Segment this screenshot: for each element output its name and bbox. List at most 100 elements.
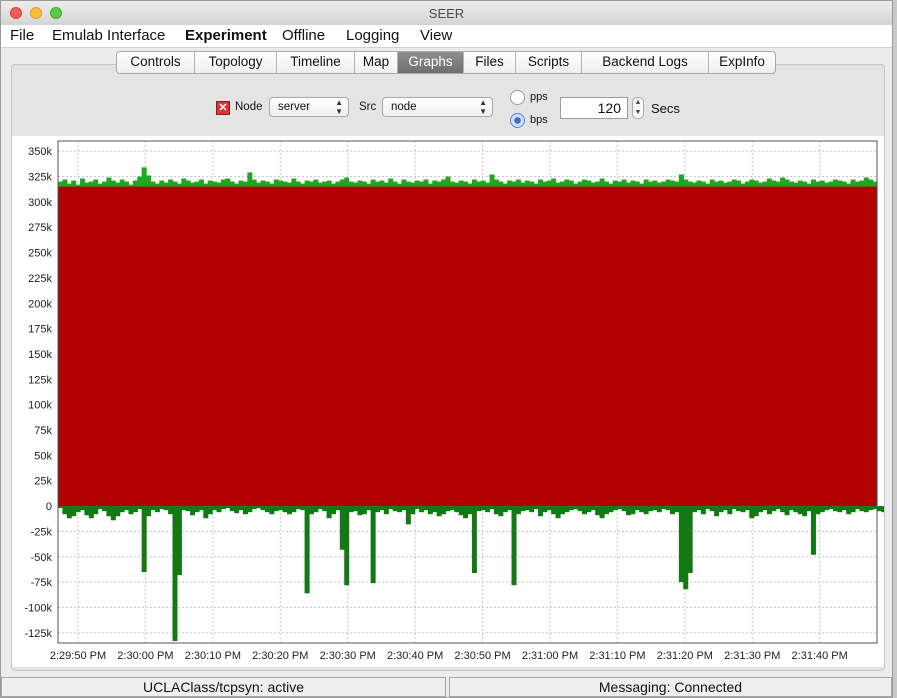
negative-green-bar: [449, 506, 455, 511]
negative-green-bar: [300, 506, 306, 511]
negative-green-bar: [621, 506, 627, 512]
menu-offline[interactable]: Offline: [282, 27, 325, 44]
negative-green-bar: [286, 506, 292, 515]
negative-green-bar: [383, 506, 389, 515]
negative-green-bar: [766, 506, 772, 515]
x-tick-label: 2:30:40 PM: [387, 650, 443, 662]
negative-green-bar: [639, 506, 645, 513]
negative-green-bar: [590, 506, 596, 511]
menu-emulab-interface[interactable]: Emulab Interface: [52, 27, 165, 44]
negative-green-bar: [507, 506, 513, 511]
negative-green-bar: [511, 506, 517, 586]
negative-green-bar: [577, 506, 583, 512]
title-bar[interactable]: SEER: [1, 1, 892, 26]
menu-view[interactable]: View: [420, 27, 452, 44]
negative-green-bar: [58, 506, 64, 509]
negative-green-bar: [361, 506, 367, 515]
negative-green-bar: [278, 506, 284, 511]
negative-green-bar: [282, 506, 288, 513]
negative-green-bar: [727, 506, 733, 515]
negative-green-bar: [832, 506, 838, 512]
negative-green-bar: [648, 506, 654, 512]
negative-green-bar: [445, 506, 451, 512]
x-tick-label: 2:31:20 PM: [657, 650, 713, 662]
negative-green-bar: [674, 506, 680, 513]
negative-green-bar: [194, 506, 200, 513]
negative-green-bar: [736, 506, 742, 512]
negative-green-bar: [128, 506, 134, 515]
negative-green-bar: [427, 506, 433, 515]
negative-green-bar: [414, 506, 420, 510]
negative-green-bar: [476, 506, 482, 512]
negative-green-bar: [788, 506, 794, 511]
negative-green-bar: [335, 506, 341, 511]
tab-expinfo[interactable]: ExpInfo: [709, 52, 775, 73]
tab-graphs[interactable]: Graphs: [398, 52, 464, 73]
negative-green-bar: [207, 506, 213, 515]
tab-backend-logs[interactable]: Backend Logs: [582, 52, 709, 73]
negative-green-bar: [692, 506, 698, 513]
pps-radio[interactable]: [510, 90, 525, 105]
tab-controls[interactable]: Controls: [117, 52, 195, 73]
tab-files[interactable]: Files: [464, 52, 516, 73]
negative-green-bar: [242, 506, 248, 515]
negative-green-bar: [203, 506, 209, 519]
bps-radio[interactable]: [510, 113, 525, 128]
negative-green-bar: [97, 506, 103, 510]
negative-green-bar: [229, 506, 235, 512]
tab-scripts[interactable]: Scripts: [516, 52, 582, 73]
negative-green-bar: [388, 506, 394, 510]
negative-green-bar: [841, 506, 847, 511]
seer-window: SEER File Emulab Interface Experiment Of…: [0, 0, 893, 698]
negative-green-bar: [185, 506, 191, 512]
secs-label: Secs: [651, 101, 680, 116]
menu-logging[interactable]: Logging: [346, 27, 399, 44]
menu-experiment[interactable]: Experiment: [185, 27, 267, 44]
negative-green-bar: [269, 506, 275, 515]
negative-green-bar: [273, 506, 279, 512]
negative-green-bar: [559, 506, 565, 515]
y-tick-label: 125k: [28, 374, 52, 386]
node-select[interactable]: server ▲ ▼: [269, 97, 349, 117]
node-select-value: server: [278, 101, 310, 113]
negative-green-bar: [106, 506, 112, 517]
negative-green-bar: [749, 506, 755, 519]
negative-green-bar: [124, 506, 130, 511]
window-seconds-stepper[interactable]: ▲ ▼: [632, 97, 644, 119]
tab-timeline[interactable]: Timeline: [277, 52, 355, 73]
negative-green-bar: [331, 506, 337, 515]
negative-green-bar: [797, 506, 803, 515]
negative-green-bar: [502, 506, 508, 513]
negative-green-bar: [863, 506, 869, 513]
negative-green-bar: [357, 506, 363, 516]
negative-green-bar: [88, 506, 94, 519]
negative-green-bar: [806, 506, 812, 512]
window-seconds-input[interactable]: 120: [560, 97, 628, 119]
tab-strip: Controls Topology Timeline Map Graphs Fi…: [116, 51, 776, 74]
negative-green-bar: [216, 506, 222, 513]
negative-green-bar: [401, 506, 407, 511]
experiment-status: UCLAClass/tcpsyn: active: [1, 677, 446, 697]
node-checkbox[interactable]: ✕: [216, 101, 230, 115]
negative-green-bar: [608, 506, 614, 513]
negative-green-bar: [66, 506, 72, 519]
negative-green-bar: [634, 506, 640, 511]
tab-map[interactable]: Map: [355, 52, 398, 73]
y-tick-label: -100k: [24, 603, 52, 615]
negative-green-bar: [62, 506, 68, 515]
y-tick-label: 0: [46, 501, 52, 513]
src-select[interactable]: node ▲ ▼: [382, 97, 493, 117]
negative-green-bar: [405, 506, 411, 525]
negative-green-bar: [868, 506, 874, 511]
negative-green-bar: [234, 506, 240, 514]
negative-green-bar: [661, 506, 667, 510]
node-label: Node: [235, 101, 263, 113]
negative-green-bar: [854, 506, 860, 510]
negative-green-bar: [652, 506, 658, 511]
negative-green-bar: [256, 506, 262, 509]
negative-green-bar: [163, 506, 169, 511]
negative-green-bar: [824, 506, 830, 511]
y-tick-label: 75k: [34, 425, 52, 437]
tab-topology[interactable]: Topology: [195, 52, 277, 73]
menu-file[interactable]: File: [10, 27, 34, 44]
